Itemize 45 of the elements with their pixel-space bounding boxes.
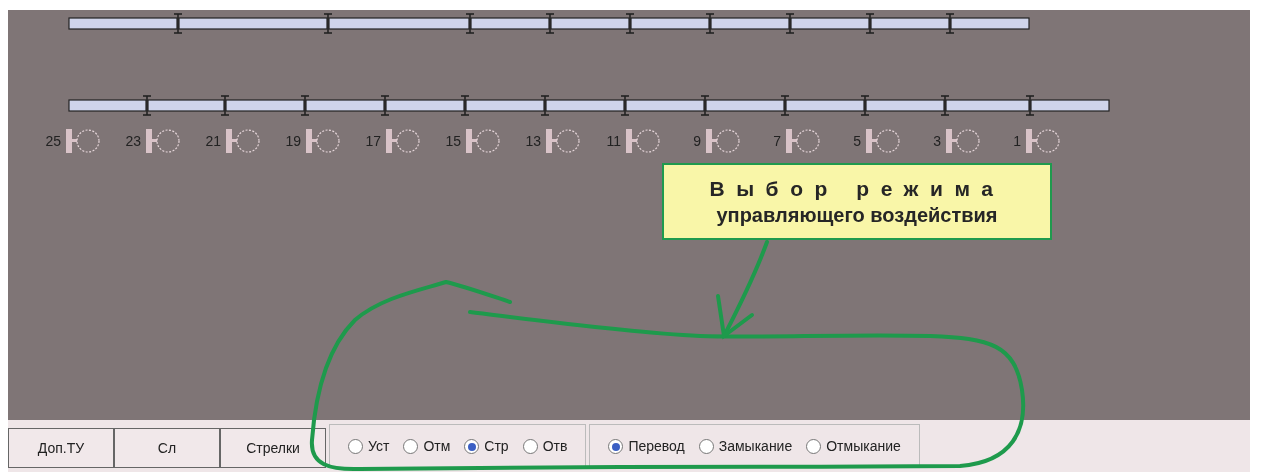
radio-button[interactable] (608, 439, 624, 454)
tab-button[interactable]: Доп.ТУ (8, 428, 114, 468)
radio-option[interactable]: Перевод (608, 436, 685, 457)
radio-option[interactable]: Замыкание (698, 436, 793, 457)
radio-option[interactable]: Стр (464, 436, 509, 457)
signal-icon (465, 128, 503, 154)
signal-number: 17 (364, 131, 381, 151)
signal-number: 21 (204, 131, 221, 151)
signal-icon (705, 128, 743, 154)
tab-button[interactable]: Стрелки (220, 428, 326, 468)
signal-number: 5 (852, 131, 861, 151)
signal-number: 1 (1012, 131, 1021, 151)
signal-number: 11 (605, 131, 621, 151)
callout-title: Выбор режима (709, 175, 1005, 202)
signal-icon (65, 128, 103, 154)
radio-button[interactable] (403, 439, 419, 454)
radio-button[interactable] (698, 439, 714, 454)
radio-option[interactable]: Отмыкание (806, 436, 901, 457)
radio-button[interactable] (464, 439, 480, 454)
signal-icon (145, 128, 183, 154)
radio-option[interactable]: Отм (403, 436, 451, 457)
radio-button[interactable] (806, 439, 822, 454)
signal-icon (785, 128, 823, 154)
signal-icon (305, 128, 343, 154)
radio-option[interactable]: Отв (522, 436, 568, 457)
radio-button[interactable] (522, 439, 538, 454)
signal-number: 15 (444, 131, 461, 151)
radio-option[interactable]: Уст (348, 436, 390, 457)
radio-button[interactable] (348, 439, 363, 454)
signal-icon (945, 128, 983, 154)
signal-icon (625, 128, 663, 154)
signal-icon (385, 128, 423, 154)
signal-icon (865, 128, 903, 154)
signal-number: 13 (524, 131, 541, 151)
signal-number: 25 (44, 131, 61, 151)
signal-number: 3 (932, 131, 941, 151)
signal-number: 9 (692, 131, 701, 151)
signal-icon (545, 128, 583, 154)
signal-number: 19 (284, 131, 301, 151)
callout-subtitle: управляющего воздействия (716, 202, 998, 228)
tab-button[interactable]: Сл (114, 428, 220, 468)
signal-icon (225, 128, 263, 154)
signal-number: 7 (772, 131, 781, 151)
signal-number: 23 (124, 131, 141, 151)
signal-icon (1025, 128, 1063, 154)
